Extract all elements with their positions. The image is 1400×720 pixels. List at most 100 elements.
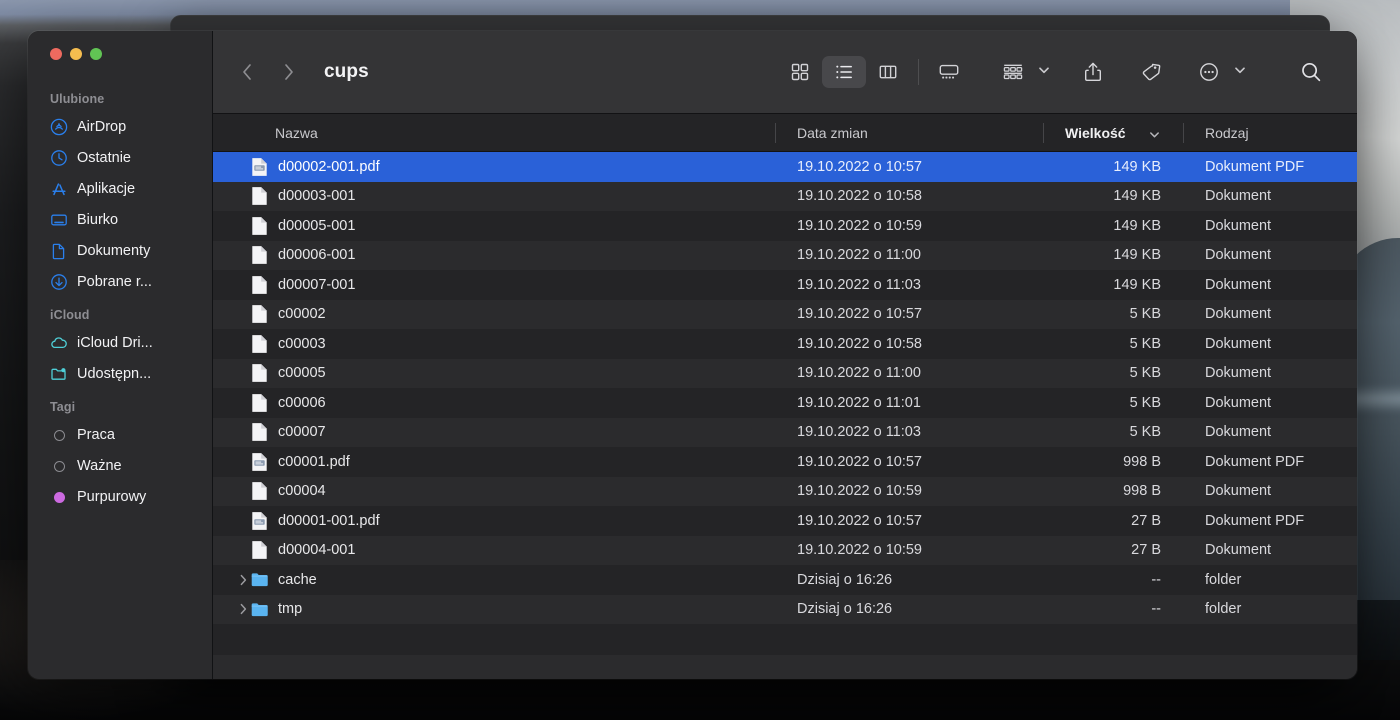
sidebar-item-tag-praca[interactable]: Praca: [36, 421, 204, 449]
cell-name[interactable]: d00005-001: [213, 216, 775, 236]
group-by-icon[interactable]: [991, 56, 1035, 88]
sidebar-item-biurko[interactable]: Biurko: [36, 206, 204, 234]
chevron-down-icon[interactable]: [1037, 63, 1051, 82]
cell-name[interactable]: tmp: [213, 599, 775, 619]
table-row[interactable]: d00003-00119.10.2022 o 10:58149 KBDokume…: [213, 182, 1357, 212]
sidebar-item-tag-purpurowy[interactable]: Purpurowy: [36, 483, 204, 511]
table-row[interactable]: d00002-001.pdf19.10.2022 o 10:57149 KBDo…: [213, 152, 1357, 182]
sidebar-item-label: Aplikacje: [77, 181, 135, 197]
zoom-button[interactable]: [90, 48, 102, 60]
cell-date: 19.10.2022 o 10:59: [775, 483, 1043, 499]
cell-name[interactable]: c00003: [213, 334, 775, 354]
cell-size: 27 B: [1043, 542, 1183, 558]
finder-sidebar[interactable]: Ulubione AirDrop Ostatnie: [28, 31, 213, 679]
header-divider: [1183, 123, 1184, 143]
cell-name[interactable]: c00004: [213, 481, 775, 501]
cell-name[interactable]: d00002-001.pdf: [213, 157, 775, 177]
table-row[interactable]: c00001.pdf19.10.2022 o 10:57998 BDokumen…: [213, 447, 1357, 477]
column-header-size[interactable]: Wielkość: [1043, 114, 1183, 152]
cell-size: 5 KB: [1043, 365, 1183, 381]
file-list[interactable]: d00002-001.pdf19.10.2022 o 10:57149 KBDo…: [213, 152, 1357, 641]
sidebar-item-label: Ważne: [77, 458, 122, 474]
cell-name[interactable]: d00006-001: [213, 245, 775, 265]
sidebar-item-airdrop[interactable]: AirDrop: [36, 113, 204, 141]
table-row[interactable]: d00004-00119.10.2022 o 10:5927 BDokument: [213, 536, 1357, 566]
cell-size: 998 B: [1043, 483, 1183, 499]
table-row[interactable]: cacheDzisiaj o 16:26--folder: [213, 565, 1357, 595]
back-icon[interactable]: [239, 61, 255, 83]
view-switcher[interactable]: [778, 56, 971, 88]
cell-name[interactable]: c00001.pdf: [213, 452, 775, 472]
window-controls[interactable]: [28, 31, 212, 83]
sidebar-item-pobrane[interactable]: Pobrane r...: [36, 268, 204, 296]
more-actions-icon[interactable]: [1187, 56, 1231, 88]
icon-view-icon[interactable]: [778, 56, 822, 88]
cell-name[interactable]: c00007: [213, 422, 775, 442]
cell-name[interactable]: d00004-001: [213, 540, 775, 560]
minimize-button[interactable]: [70, 48, 82, 60]
table-row[interactable]: c0000619.10.2022 o 11:015 KBDokument: [213, 388, 1357, 418]
cell-name[interactable]: cache: [213, 570, 775, 590]
forward-icon[interactable]: [281, 61, 297, 83]
column-view-icon[interactable]: [866, 56, 910, 88]
group-by-control[interactable]: [991, 56, 1051, 88]
cell-kind: folder: [1183, 572, 1357, 588]
sidebar-item-label: Ostatnie: [77, 150, 131, 166]
table-row[interactable]: d00007-00119.10.2022 o 11:03149 KBDokume…: [213, 270, 1357, 300]
column-header-name[interactable]: Nazwa: [213, 114, 775, 152]
list-view-icon[interactable]: [822, 56, 866, 88]
finder-content: cups: [213, 31, 1357, 679]
file-name-label: c00007: [278, 424, 326, 440]
finder-window[interactable]: Ulubione AirDrop Ostatnie: [28, 31, 1357, 679]
table-row[interactable]: d00005-00119.10.2022 o 10:59149 KBDokume…: [213, 211, 1357, 241]
file-name-label: d00005-001: [278, 218, 355, 234]
sidebar-item-dokumenty[interactable]: Dokumenty: [36, 237, 204, 265]
airdrop-icon: [50, 118, 68, 136]
appstore-icon: [50, 180, 68, 198]
search-icon[interactable]: [1289, 56, 1333, 88]
blank-file-icon: [251, 422, 268, 442]
sidebar-section-icloud: iCloud: [28, 299, 212, 326]
close-button[interactable]: [50, 48, 62, 60]
table-row[interactable]: c0000319.10.2022 o 10:585 KBDokument: [213, 329, 1357, 359]
cell-name[interactable]: c00006: [213, 393, 775, 413]
table-row[interactable]: d00006-00119.10.2022 o 11:00149 KBDokume…: [213, 241, 1357, 271]
sidebar-item-tag-wazne[interactable]: Ważne: [36, 452, 204, 480]
sort-chevron-down-icon[interactable]: [1148, 128, 1161, 144]
table-row[interactable]: c0000519.10.2022 o 11:005 KBDokument: [213, 359, 1357, 389]
cell-name[interactable]: c00005: [213, 363, 775, 383]
sidebar-item-udostepnione[interactable]: Udostępn...: [36, 360, 204, 388]
cell-date: 19.10.2022 o 10:57: [775, 454, 1043, 470]
cell-name[interactable]: d00001-001.pdf: [213, 511, 775, 531]
desktop-icon: [50, 211, 68, 229]
navigation-arrows[interactable]: [239, 61, 297, 83]
cell-kind: Dokument: [1183, 306, 1357, 322]
table-row[interactable]: c0000419.10.2022 o 10:59998 BDokument: [213, 477, 1357, 507]
tag-dot-icon: [50, 488, 68, 506]
sidebar-item-label: Praca: [77, 427, 115, 443]
sidebar-item-aplikacje[interactable]: Aplikacje: [36, 175, 204, 203]
chevron-down-icon[interactable]: [1233, 63, 1247, 82]
table-row[interactable]: c0000719.10.2022 o 11:035 KBDokument: [213, 418, 1357, 448]
tags-icon[interactable]: [1129, 56, 1173, 88]
column-header-kind[interactable]: Rodzaj: [1183, 114, 1357, 152]
disclosure-triangle-icon[interactable]: [235, 574, 251, 586]
cell-name[interactable]: c00002: [213, 304, 775, 324]
cell-kind: Dokument: [1183, 188, 1357, 204]
column-header-date[interactable]: Data zmian: [775, 114, 1043, 152]
cell-name[interactable]: d00007-001: [213, 275, 775, 295]
column-headers[interactable]: Nazwa Data zmian Wielkość Rodzaj: [213, 114, 1357, 152]
share-icon[interactable]: [1071, 56, 1115, 88]
table-row[interactable]: c0000219.10.2022 o 10:575 KBDokument: [213, 300, 1357, 330]
cell-name[interactable]: d00003-001: [213, 186, 775, 206]
folder-icon: [251, 570, 268, 590]
sidebar-item-icloud-drive[interactable]: iCloud Dri...: [36, 329, 204, 357]
sidebar-item-ostatnie[interactable]: Ostatnie: [36, 144, 204, 172]
gallery-view-icon[interactable]: [927, 56, 971, 88]
file-name-label: c00006: [278, 395, 326, 411]
table-row[interactable]: tmpDzisiaj o 16:26--folder: [213, 595, 1357, 625]
disclosure-triangle-icon[interactable]: [235, 603, 251, 615]
more-actions-control[interactable]: [1187, 56, 1247, 88]
table-row[interactable]: d00001-001.pdf19.10.2022 o 10:5727 BDoku…: [213, 506, 1357, 536]
cell-size: 998 B: [1043, 454, 1183, 470]
